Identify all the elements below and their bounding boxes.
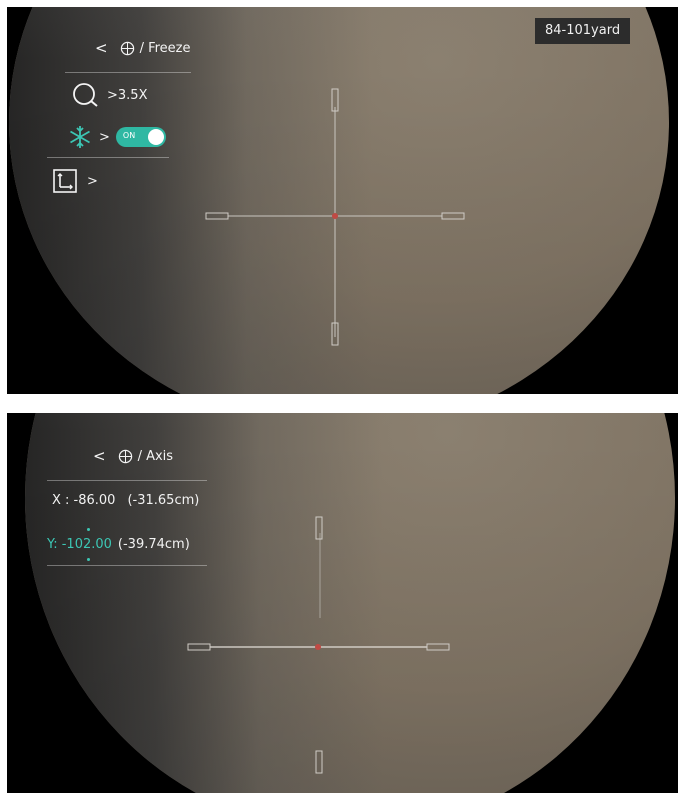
reticle-right-post bbox=[426, 643, 450, 651]
zoom-row[interactable]: > 3.5X bbox=[71, 82, 148, 108]
reticle-left-post bbox=[205, 212, 229, 220]
freeze-toggle[interactable]: ON bbox=[115, 127, 166, 147]
y-decrease-indicator bbox=[87, 558, 90, 561]
reticle-top-post bbox=[315, 516, 323, 540]
reticle bbox=[187, 516, 450, 774]
freeze-arrow: > bbox=[99, 129, 110, 145]
menu-divider bbox=[47, 480, 207, 481]
reticle-center-dot bbox=[332, 213, 338, 219]
axis-row[interactable]: > bbox=[53, 169, 98, 193]
magnifier-icon bbox=[73, 83, 98, 107]
x-offset-row[interactable]: X : -86.00 (-31.65cm) bbox=[52, 493, 199, 508]
freeze-row[interactable]: > ON bbox=[67, 124, 166, 150]
reticle-center-dot bbox=[315, 644, 321, 650]
crosshair-circle-icon bbox=[118, 449, 132, 463]
reticle-left-post bbox=[187, 643, 211, 651]
toggle-knob bbox=[147, 129, 164, 145]
y-increase-indicator bbox=[87, 528, 90, 531]
y-offset-cm: (-39.74cm) bbox=[117, 537, 190, 552]
axis-arrow: > bbox=[87, 173, 98, 189]
breadcrumb: < / Axis bbox=[93, 447, 173, 465]
axis-view-panel: < / Axis X : -86.00 (-31.65cm) Y: -102.0… bbox=[7, 413, 678, 793]
menu-divider bbox=[65, 72, 191, 73]
zoom-arrow: > bbox=[107, 87, 118, 103]
breadcrumb-path: / Freeze bbox=[139, 40, 191, 56]
snowflake-icon bbox=[70, 126, 90, 148]
range-badge: 84-101yard bbox=[535, 18, 631, 44]
zoom-value: 3.5X bbox=[117, 87, 148, 103]
breadcrumb-path: / Axis bbox=[137, 448, 174, 464]
reticle-bottom-post bbox=[315, 750, 323, 774]
y-offset-row[interactable]: Y: -102.00 (-39.74cm) bbox=[47, 537, 190, 552]
toggle-on-label: ON bbox=[122, 131, 136, 140]
axis-adjust-icon bbox=[53, 169, 77, 193]
back-chevron-icon[interactable]: < bbox=[93, 447, 106, 465]
back-chevron-icon[interactable]: < bbox=[95, 39, 108, 57]
x-offset-cm: (-31.65cm) bbox=[127, 493, 200, 508]
menu-divider-2 bbox=[47, 157, 169, 158]
x-offset-value: X : -86.00 bbox=[52, 493, 116, 508]
menu-divider-2 bbox=[47, 565, 207, 566]
reticle-right-post bbox=[441, 212, 465, 220]
freeze-view-panel: 84-101yard < / Freeze > 3.5X > ON > bbox=[7, 7, 678, 394]
breadcrumb: < / Freeze bbox=[95, 39, 191, 57]
crosshair-circle-icon bbox=[120, 41, 134, 55]
y-offset-value[interactable]: Y: -102.00 bbox=[47, 537, 112, 552]
